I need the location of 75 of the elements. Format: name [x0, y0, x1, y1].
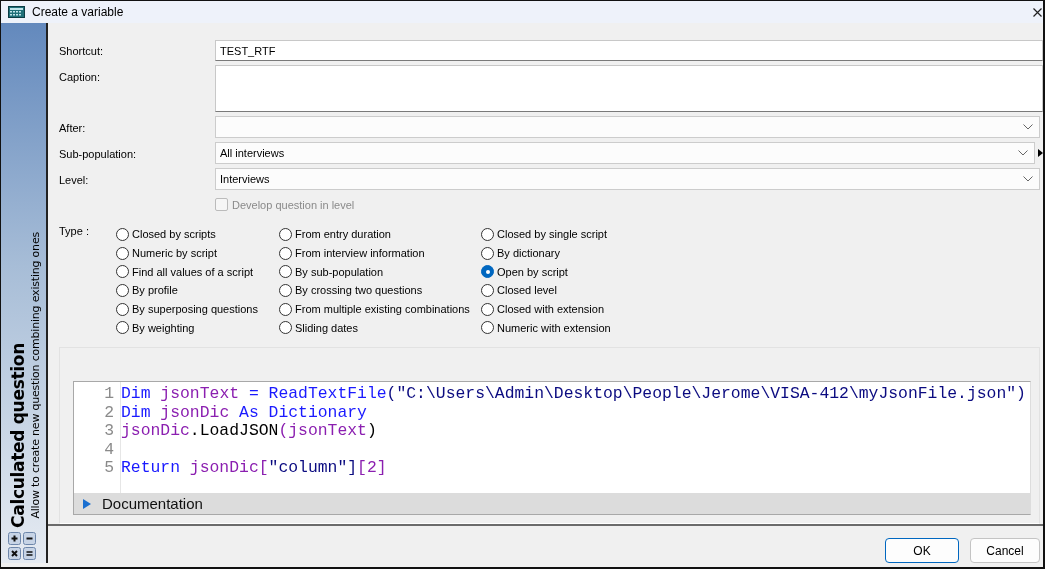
- radio-button[interactable]: [116, 265, 129, 279]
- code-line: Dim jsonText = ReadTextFile("C:\Users\Admin\Desktop\People\Jerome\VISA-412\myJsonFile.json"): [121, 385, 1026, 404]
- chevron-down-icon[interactable]: [1023, 124, 1033, 130]
- panel-title: Calculated question: [8, 343, 28, 529]
- equals-icon: [23, 547, 36, 561]
- radio-button[interactable]: [116, 227, 129, 241]
- radio-button[interactable]: [279, 265, 292, 279]
- radio-label: From multiple existing combinations: [295, 303, 470, 316]
- field-label: Sub-population:: [59, 147, 138, 162]
- text-field[interactable]: TEST_RTF: [215, 40, 1043, 61]
- line-number: 3: [103, 422, 114, 441]
- plus-icon: [8, 532, 21, 546]
- radio-button[interactable]: [481, 321, 494, 335]
- chevron-down-icon[interactable]: [1018, 150, 1028, 156]
- documentation-bar[interactable]: Documentation: [74, 493, 1030, 515]
- radio-label: Numeric with extension: [497, 321, 611, 334]
- field-label: Level:: [59, 173, 90, 188]
- type-label: Type :: [59, 224, 89, 237]
- radio-button[interactable]: [481, 227, 494, 241]
- close-icon[interactable]: [1033, 7, 1042, 17]
- field-label: After:: [59, 121, 87, 136]
- radio-button[interactable]: [116, 283, 129, 297]
- field-label: Shortcut:: [59, 44, 105, 59]
- multiply-icon: [8, 547, 21, 561]
- line-number: 1: [103, 385, 114, 404]
- triangle-right-icon: [83, 498, 91, 509]
- radio-label: Closed with extension: [497, 303, 604, 316]
- radio-button[interactable]: [481, 283, 494, 297]
- radio-label: By sub-population: [295, 265, 384, 278]
- line-number: 5: [103, 459, 114, 478]
- triangle-right-icon[interactable]: [1038, 149, 1043, 157]
- radio-label: Closed by single script: [497, 228, 608, 241]
- radio-button[interactable]: [279, 283, 292, 297]
- radio-label: Closed level: [497, 284, 557, 297]
- radio-button[interactable]: [116, 321, 129, 335]
- radio-button[interactable]: [279, 227, 292, 241]
- checkbox-label: Develop question in level: [232, 198, 355, 211]
- radio-button[interactable]: [116, 302, 129, 316]
- panel-description: Allow to create new question combining existing ones: [29, 231, 42, 519]
- radio-button[interactable]: [481, 246, 494, 260]
- radio-label: By profile: [132, 284, 178, 297]
- radio-label: Numeric by script: [132, 247, 217, 260]
- radio-label: From interview information: [295, 247, 425, 260]
- dropdown[interactable]: Interviews: [215, 168, 1040, 190]
- calculator-icon: [8, 6, 25, 18]
- code-line: jsonDic.LoadJSON(jsonText): [121, 422, 378, 441]
- dropdown[interactable]: All interviews: [215, 142, 1035, 164]
- window-title: Create a variable: [32, 5, 125, 19]
- radio-label: By weighting: [132, 321, 195, 334]
- cancel-button[interactable]: Cancel: [970, 538, 1040, 564]
- minus-icon: [23, 532, 36, 546]
- code-line: Dim jsonDic As Dictionary: [121, 403, 368, 423]
- radio-label: Find all values of a script: [132, 265, 254, 278]
- radio-button[interactable]: [481, 265, 494, 279]
- line-number: 2: [103, 403, 114, 423]
- line-number: 4: [103, 440, 114, 460]
- field-label: Caption:: [59, 70, 101, 85]
- radio-label: Closed by scripts: [132, 228, 216, 241]
- chevron-down-icon[interactable]: [1023, 176, 1033, 182]
- documentation-label: Documentation: [102, 495, 203, 513]
- text-area[interactable]: [215, 65, 1043, 112]
- radio-button[interactable]: [116, 246, 129, 260]
- radio-label: By dictionary: [497, 247, 560, 260]
- radio-label: By crossing two questions: [295, 284, 423, 297]
- radio-button[interactable]: [279, 246, 292, 260]
- radio-label: By superposing questions: [132, 303, 258, 316]
- radio-label: From entry duration: [295, 228, 391, 241]
- ok-button[interactable]: OK: [885, 538, 959, 564]
- radio-button[interactable]: [279, 321, 292, 335]
- code-editor[interactable]: 1 2 3 4 5 Dim jsonText = ReadTextFile("C:\Users\Admin\Desktop\People\Jerome\VISA-412\myJsonFile.json") Dim jsonDic As Dictionary jsonDic.LoadJSON(jsonText) Return jsonDic["column"][2] Documentation: [73, 381, 1031, 516]
- code-line: Return jsonDic["column"][2]: [121, 459, 388, 478]
- radio-button[interactable]: [481, 302, 494, 316]
- radio-button[interactable]: [279, 302, 292, 316]
- radio-label: Open by script: [497, 265, 568, 278]
- radio-label: Sliding dates: [295, 321, 358, 334]
